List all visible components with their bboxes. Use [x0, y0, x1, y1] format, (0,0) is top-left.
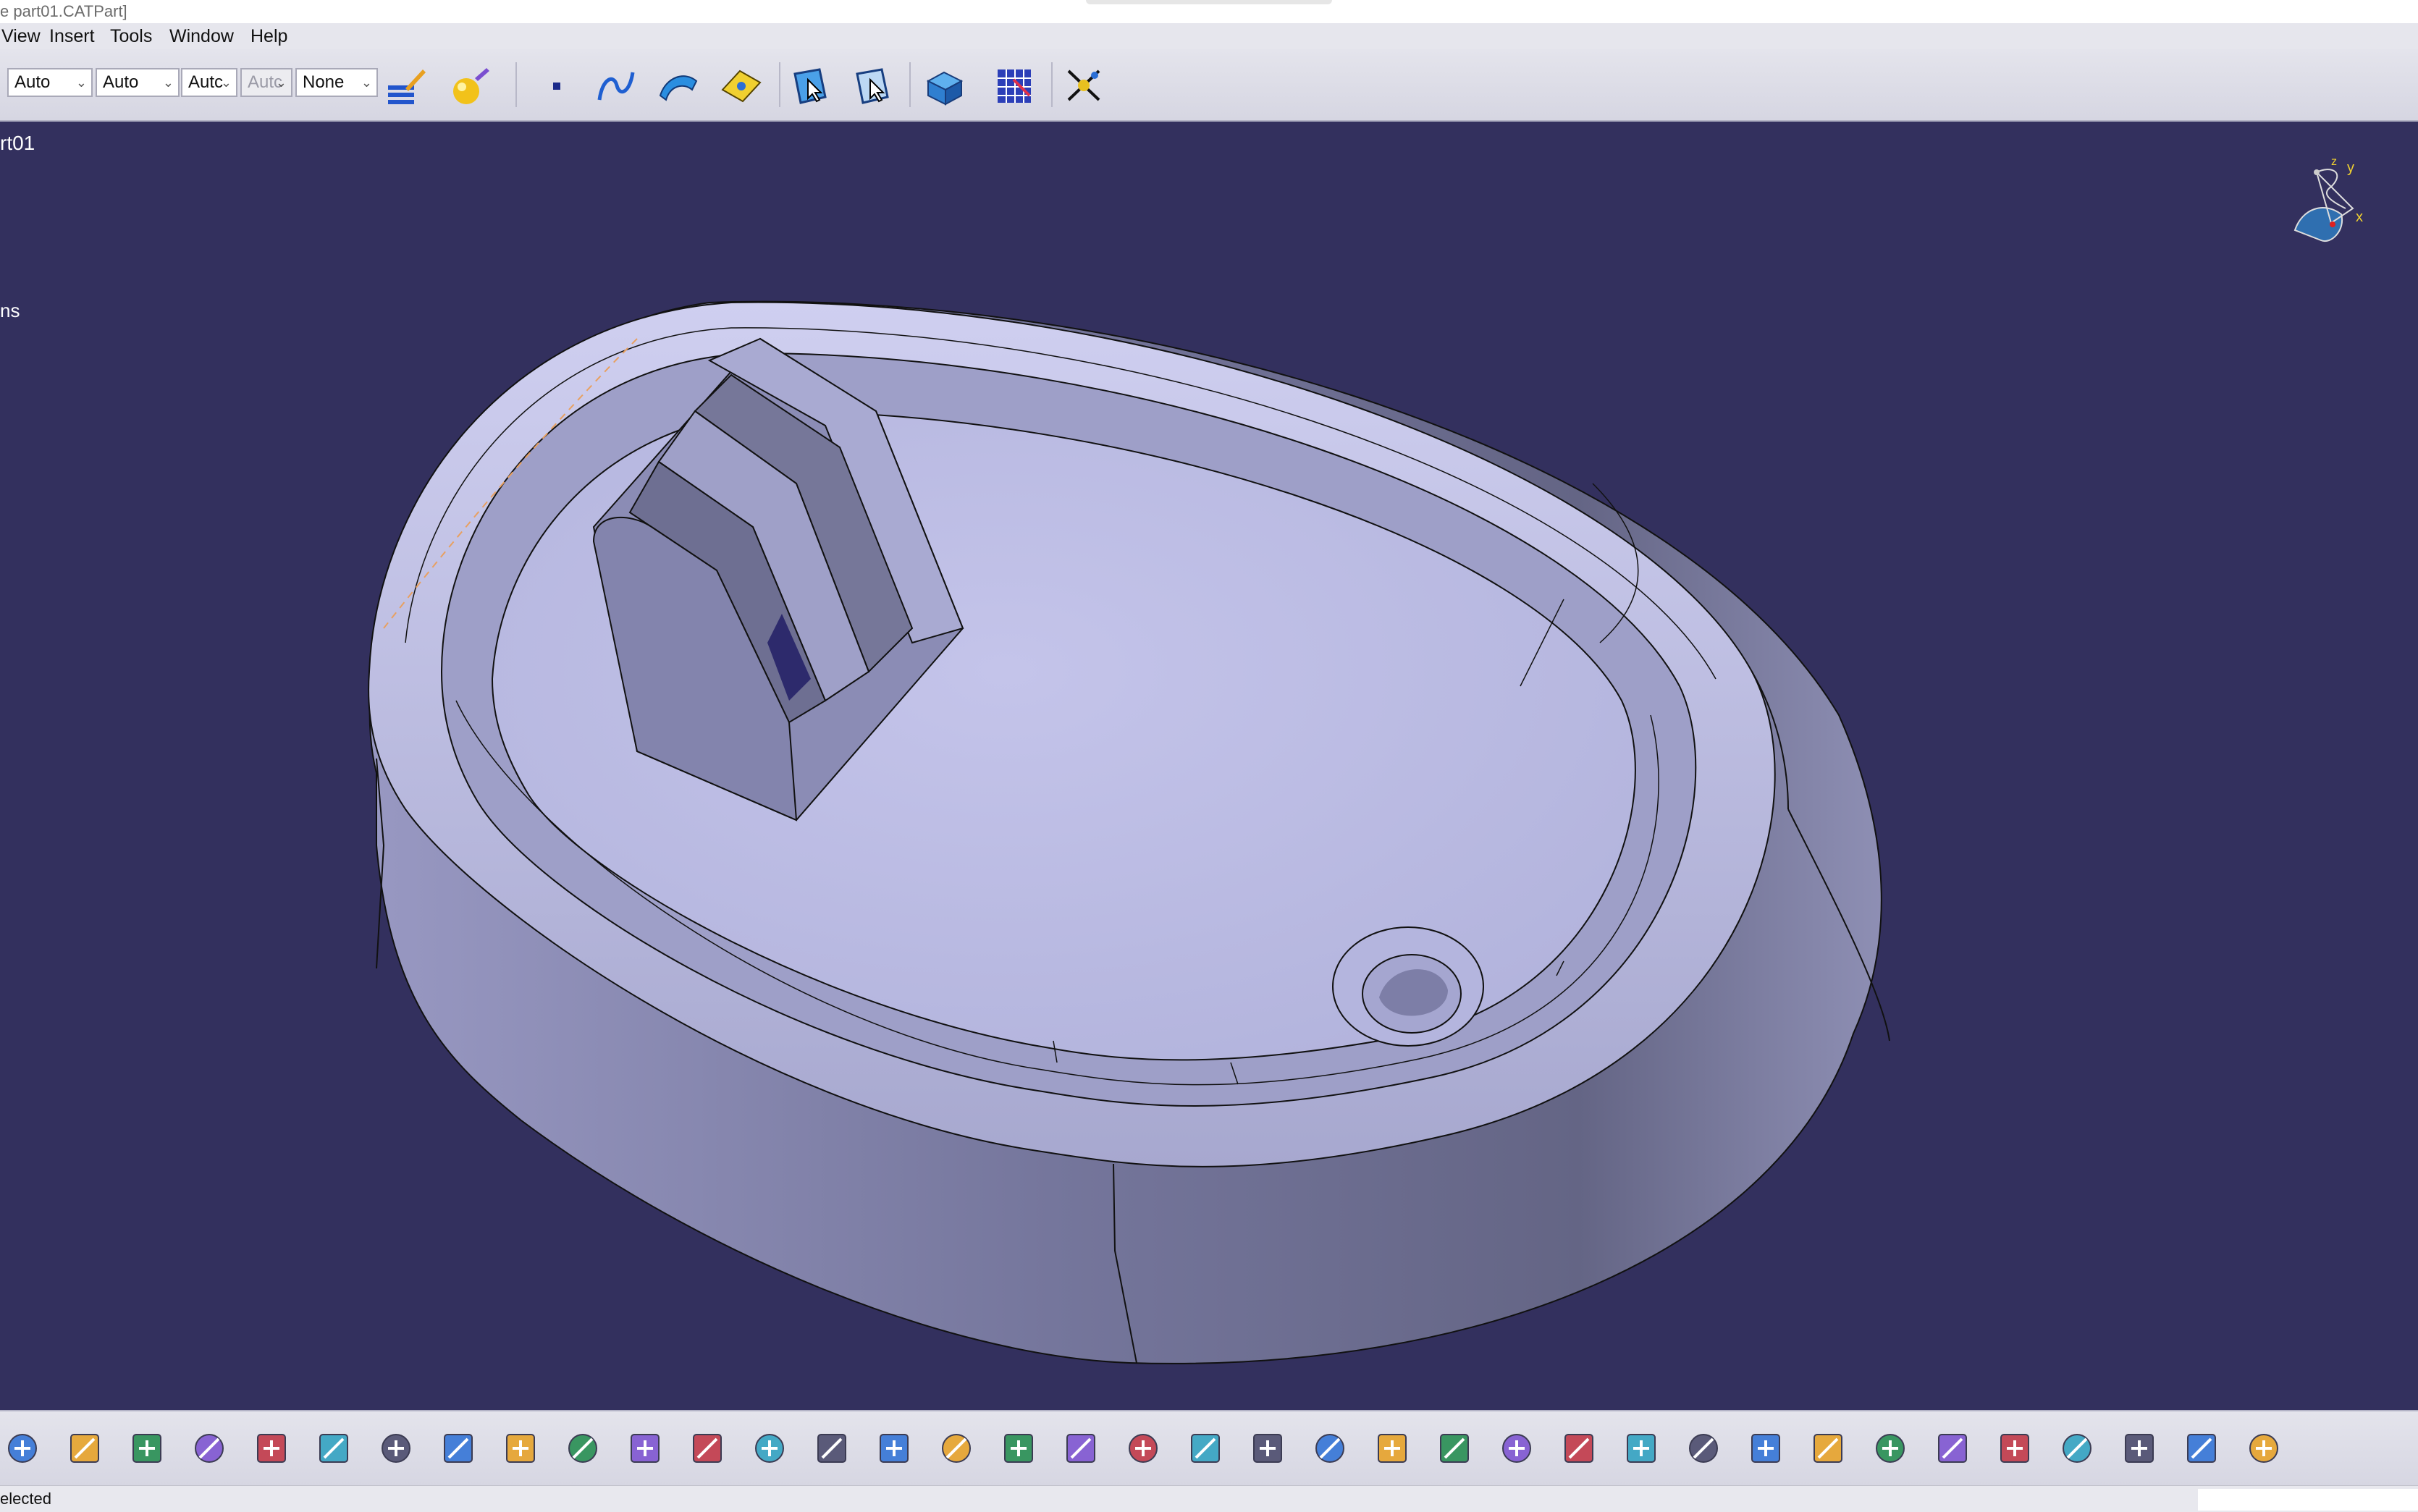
chevron-down-icon: ⌄ — [162, 75, 174, 90]
title-bar: e part01.CATPart] — [0, 0, 2418, 23]
line-type-combo[interactable]: Auto ⌄ — [7, 68, 93, 97]
layer-combo[interactable]: Autc ⌄ — [181, 68, 237, 97]
measure-between-icon[interactable] — [1681, 1426, 1726, 1471]
help-icon[interactable] — [374, 1426, 418, 1471]
bottom-toolbar — [0, 1410, 2418, 1487]
menu-view[interactable]: View — [1, 23, 41, 49]
3d-view-icon[interactable] — [922, 64, 967, 109]
measure-item-icon[interactable] — [1743, 1426, 1788, 1471]
multi-view-icon[interactable] — [1307, 1426, 1352, 1471]
fly-icon[interactable] — [872, 1426, 917, 1471]
knowledge-icon[interactable] — [560, 1426, 605, 1471]
select-icon[interactable] — [788, 64, 833, 109]
status-bar: elected — [0, 1485, 2418, 1512]
chevron-down-icon: ⌄ — [75, 75, 87, 90]
window-title: e part01.CATPart] — [0, 2, 127, 20]
copy-icon[interactable] — [125, 1426, 169, 1471]
compass-y-label: y — [2347, 160, 2354, 176]
select-trap-icon[interactable] — [850, 64, 895, 109]
comment-icon[interactable] — [498, 1426, 543, 1471]
swap-icon[interactable] — [1556, 1426, 1601, 1471]
menu-help[interactable]: Help — [250, 23, 287, 49]
hide-show-icon[interactable] — [1494, 1426, 1539, 1471]
point-type-combo: Autc ⌄ — [240, 68, 292, 97]
chevron-down-icon: ⌄ — [361, 75, 372, 90]
menu-window[interactable]: Window — [169, 23, 234, 49]
cylinder-icon[interactable] — [2241, 1426, 2286, 1471]
cut-icon[interactable] — [62, 1426, 107, 1471]
normal-view-icon[interactable] — [1245, 1426, 1290, 1471]
sync-icon[interactable] — [1992, 1426, 2037, 1471]
tree-icon[interactable] — [809, 1426, 854, 1471]
fit-all-icon[interactable] — [934, 1426, 979, 1471]
top-toolbar: Auto ⌄ Auto ⌄ Autc ⌄ Autc ⌄ None ⌄ — [0, 49, 2418, 122]
paste-icon[interactable] — [187, 1426, 232, 1471]
zoom-out-icon[interactable] — [1183, 1426, 1228, 1471]
graph-icon[interactable] — [685, 1426, 730, 1471]
rendering-style-combo[interactable]: None ⌄ — [295, 68, 378, 97]
3d-viewport[interactable]: rt01 ns y x z — [0, 122, 2418, 1410]
material-sphere-icon[interactable] — [449, 64, 494, 109]
snap-icon[interactable] — [1061, 64, 1106, 109]
chevron-down-icon: ⌄ — [220, 75, 232, 90]
update-icon[interactable] — [2055, 1426, 2099, 1471]
plane-icon[interactable] — [718, 64, 763, 109]
compass-z-label: z — [2331, 156, 2337, 168]
capture-icon[interactable] — [1868, 1426, 1913, 1471]
command-input[interactable] — [2198, 1489, 2418, 1511]
lock-icon[interactable] — [747, 1426, 792, 1471]
rotate-icon[interactable] — [1058, 1426, 1103, 1471]
status-text: elected — [0, 1490, 51, 1508]
compass-x-label: x — [2356, 209, 2363, 225]
line-weight-combo[interactable]: Auto ⌄ — [96, 68, 180, 97]
table-icon[interactable] — [623, 1426, 667, 1471]
menu-tools[interactable]: Tools — [110, 23, 152, 49]
zoom-in-icon[interactable] — [1121, 1426, 1166, 1471]
painter-icon[interactable] — [384, 64, 429, 109]
undo-icon[interactable] — [249, 1426, 294, 1471]
formula-icon[interactable] — [436, 1426, 481, 1471]
pan-icon[interactable] — [996, 1426, 1041, 1471]
part-model[interactable] — [0, 122, 2418, 1410]
grid-icon[interactable] — [992, 64, 1037, 109]
measure-icon[interactable] — [1619, 1426, 1664, 1471]
axis-icon[interactable] — [2117, 1426, 2162, 1471]
point-icon[interactable] — [534, 64, 579, 109]
redo-icon[interactable] — [311, 1426, 356, 1471]
mass-icon[interactable] — [1806, 1426, 1850, 1471]
units-icon[interactable] — [2179, 1426, 2224, 1471]
iso-view-icon[interactable] — [1370, 1426, 1415, 1471]
window-grab-handle[interactable] — [1086, 0, 1332, 4]
print-icon[interactable] — [0, 1426, 45, 1471]
shading-icon[interactable] — [1432, 1426, 1477, 1471]
menu-bar: View Insert Tools Window Help — [0, 23, 2418, 49]
compass-icon[interactable]: y x z — [2280, 151, 2367, 266]
spline-icon[interactable] — [594, 64, 639, 109]
surface-icon[interactable] — [656, 64, 701, 109]
chevron-down-icon: ⌄ — [275, 75, 287, 90]
analysis-icon[interactable] — [1930, 1426, 1975, 1471]
menu-insert[interactable]: Insert — [49, 23, 95, 49]
